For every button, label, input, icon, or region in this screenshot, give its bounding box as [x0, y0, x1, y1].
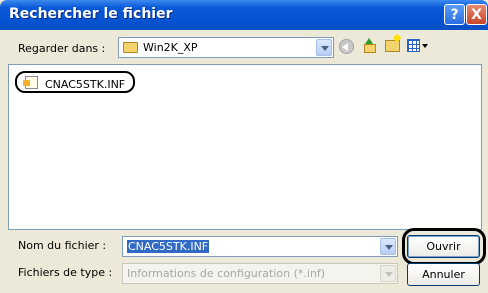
back-icon[interactable]: [339, 39, 354, 54]
folder-icon: [123, 42, 138, 53]
file-name: CNAC5STK.INF: [45, 78, 126, 91]
title-bar[interactable]: Rechercher le fichier ? X: [0, 0, 488, 30]
list-item[interactable]: CNAC5STK.INF: [15, 71, 136, 93]
file-type-dropdown: Informations de configuration (*.inf): [122, 263, 398, 284]
file-type-label: Fichiers de type :: [18, 266, 113, 279]
close-button[interactable]: X: [466, 4, 487, 25]
file-name-label: Nom du fichier :: [18, 239, 107, 252]
chevron-down-icon[interactable]: [380, 238, 396, 255]
cancel-button[interactable]: Annuler: [407, 263, 480, 286]
file-name-value[interactable]: CNAC5STK.INF: [127, 240, 210, 253]
inf-file-icon: [23, 76, 38, 89]
look-in-dropdown[interactable]: Win2K_XP: [118, 37, 334, 58]
chevron-down-icon: [380, 265, 396, 282]
file-dialog-window: Rechercher le fichier ? X Regarder dans …: [0, 0, 488, 293]
look-in-label: Regarder dans :: [18, 42, 106, 55]
help-button[interactable]: ?: [444, 4, 465, 25]
file-type-value: Informations de configuration (*.inf): [127, 267, 326, 280]
open-button[interactable]: Ouvrir: [407, 235, 480, 258]
window-title: Rechercher le fichier: [9, 6, 173, 22]
chevron-down-icon[interactable]: [316, 39, 332, 56]
file-name-field[interactable]: CNAC5STK.INF: [122, 236, 398, 257]
views-menu-icon[interactable]: [407, 39, 428, 54]
file-list[interactable]: CNAC5STK.INF: [8, 64, 482, 230]
up-folder-icon[interactable]: [362, 38, 377, 55]
new-folder-icon[interactable]: [385, 40, 400, 52]
look-in-value: Win2K_XP: [143, 41, 198, 54]
